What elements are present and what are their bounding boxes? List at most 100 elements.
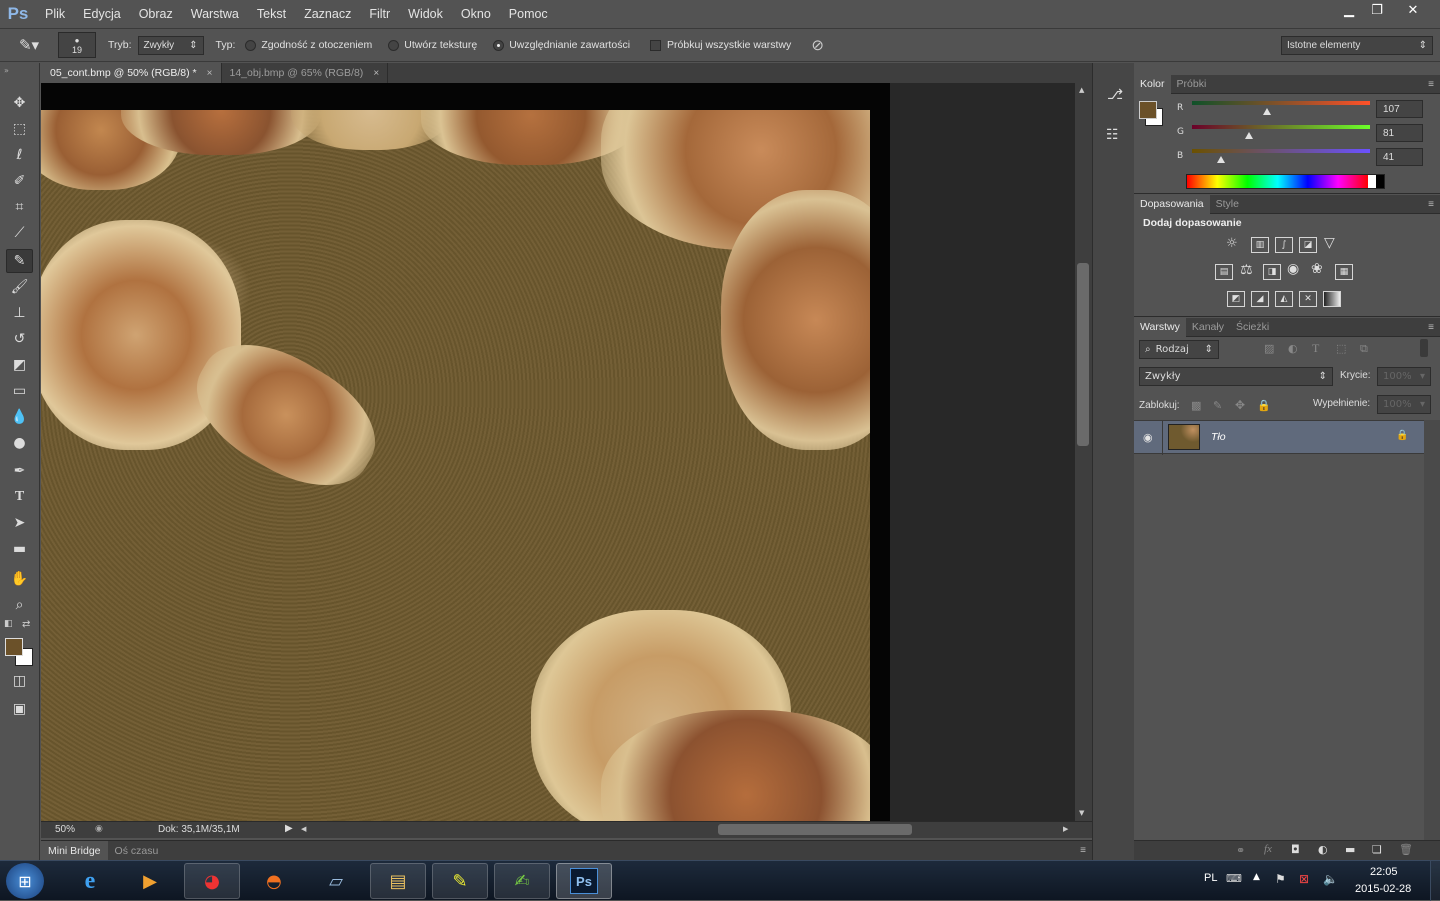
invert-icon[interactable]: ◩ — [1227, 291, 1245, 307]
menu-widok[interactable]: Widok — [399, 0, 452, 28]
notepad-icon[interactable]: ▱ — [308, 863, 364, 899]
tab-05-cont[interactable]: 05_cont.bmp @ 50% (RGB/8) * × — [42, 63, 222, 83]
trash-icon[interactable]: 🗑 — [1399, 843, 1413, 856]
status-info-icon[interactable]: ◉ — [95, 824, 103, 834]
scroll-up-icon[interactable]: ▲ — [1079, 86, 1084, 94]
editor-icon[interactable]: ✍ — [494, 863, 550, 899]
g-value[interactable]: 81 — [1376, 124, 1423, 142]
new-adjustment-icon[interactable]: ◐ — [1318, 843, 1328, 856]
photo-filter-icon[interactable]: ◉ — [1287, 261, 1299, 277]
marquee-tool-icon[interactable]: ⬚ — [6, 117, 33, 141]
filter-adjustment-icon[interactable]: ◐ — [1288, 342, 1298, 355]
volume-icon[interactable]: 🔈 — [1323, 872, 1338, 886]
fill-input[interactable]: 100% ▾ — [1377, 395, 1431, 414]
b-slider[interactable] — [1192, 149, 1370, 153]
tab-timeline[interactable]: Oś czasu — [108, 845, 166, 857]
lock-all-icon[interactable]: 🔒 — [1257, 399, 1271, 412]
menu-tekst[interactable]: Tekst — [248, 0, 295, 28]
type-tool-icon[interactable]: T — [6, 485, 33, 509]
vertical-scrollbar[interactable]: ▲ ▼ — [1075, 83, 1092, 821]
g-slider[interactable] — [1192, 125, 1370, 129]
selective-color-icon[interactable]: ✕ — [1299, 291, 1317, 307]
dodge-tool-icon[interactable]: ● — [6, 431, 33, 455]
menu-zaznacz[interactable]: Zaznacz — [295, 0, 360, 28]
hue-saturation-icon[interactable]: ▤ — [1215, 264, 1233, 280]
ie-icon[interactable]: e — [62, 863, 118, 899]
layer-name[interactable]: Tło — [1211, 431, 1226, 443]
brightness-icon[interactable]: ☼ — [1226, 236, 1238, 251]
collapse-icon[interactable]: » — [0, 63, 39, 78]
link-layers-icon[interactable]: ⚭ — [1236, 844, 1245, 857]
scroll-thumb[interactable] — [1077, 263, 1089, 446]
keyboard-icon[interactable]: ⌨ — [1226, 872, 1242, 885]
color-balance-icon[interactable]: ⚖ — [1240, 262, 1253, 278]
photoshop-taskbar-button[interactable]: Ps — [556, 863, 612, 899]
black-white-icon[interactable]: ◨ — [1263, 264, 1281, 280]
tray-arrow-icon[interactable]: ▲ — [1253, 872, 1260, 882]
brush-size-picker[interactable]: ● 19 — [58, 32, 96, 58]
new-group-icon[interactable]: ▬ — [1345, 843, 1355, 856]
clock-date[interactable]: 2015-02-28 — [1355, 883, 1411, 895]
gradient-tool-icon[interactable]: ▭ — [6, 379, 33, 403]
windows-start-icon[interactable]: ⊞ — [6, 863, 44, 899]
screen-mode-icon[interactable]: ▣ — [6, 697, 33, 721]
mode-select[interactable]: Zwykły ⇕ — [137, 35, 204, 55]
hscroll-thumb[interactable] — [718, 824, 912, 835]
filter-shape-icon[interactable]: ⬚ — [1336, 342, 1346, 355]
pressure-icon[interactable]: ⊘ — [811, 36, 824, 54]
panel-menu-icon[interactable]: ≡ — [1428, 79, 1434, 90]
healing-brush-preset-icon[interactable]: ✎▾ — [0, 36, 58, 54]
tab-styles[interactable]: Style — [1210, 195, 1245, 214]
blur-tool-icon[interactable]: 💧 — [6, 405, 33, 429]
filter-smart-object-icon[interactable]: ⧉ — [1360, 342, 1368, 356]
fg-color-swatch[interactable] — [1139, 101, 1157, 119]
tab-channels[interactable]: Kanały — [1186, 318, 1230, 337]
menu-obraz[interactable]: Obraz — [130, 0, 182, 28]
gradient-map-icon[interactable] — [1323, 291, 1341, 307]
history-panel-icon[interactable]: ⎇ — [1107, 87, 1123, 103]
filter-type-icon[interactable]: T — [1312, 341, 1319, 356]
menu-plik[interactable]: Plik — [36, 0, 74, 28]
scroll-down-icon[interactable]: ▼ — [1079, 809, 1084, 817]
color-spectrum-ramp[interactable] — [1186, 174, 1385, 189]
add-mask-icon[interactable]: ◘ — [1291, 843, 1300, 856]
panel-menu-icon[interactable]: ≡ — [1428, 199, 1434, 210]
history-brush-tool-icon[interactable]: ↺ — [6, 327, 33, 351]
rectangle-tool-icon[interactable]: ▬ — [6, 537, 33, 561]
menu-okno[interactable]: Okno — [452, 0, 500, 28]
close-icon[interactable]: × — [207, 68, 213, 79]
move-tool-icon[interactable]: ✥ — [6, 91, 33, 115]
clock-time[interactable]: 22:05 — [1370, 866, 1398, 878]
foreground-color-swatch[interactable] — [5, 638, 23, 656]
layer-kind-filter[interactable]: ⌕ Rodzaj ⇕ — [1139, 340, 1219, 359]
hand-tool-icon[interactable]: ✋ — [6, 567, 33, 591]
channel-mixer-icon[interactable]: ❀ — [1311, 261, 1323, 277]
flag-icon[interactable]: ⚑ — [1275, 872, 1286, 886]
network-icon[interactable]: ⊠ — [1299, 872, 1309, 886]
show-desktop-button[interactable] — [1430, 861, 1440, 901]
layers-scrollbar[interactable] — [1424, 420, 1440, 840]
properties-panel-icon[interactable]: ☷ — [1106, 127, 1119, 143]
close-icon[interactable]: × — [373, 68, 379, 79]
tab-color[interactable]: Kolor — [1134, 74, 1171, 94]
opacity-input[interactable]: 100% ▾ — [1377, 367, 1431, 386]
tab-14-obj[interactable]: 14_obj.bmp @ 65% (RGB/8) × — [222, 63, 389, 83]
lock-pixels-icon[interactable]: ✎ — [1213, 399, 1222, 412]
exposure-icon[interactable]: ◪ — [1299, 237, 1317, 253]
new-layer-icon[interactable]: ❏ — [1372, 843, 1382, 856]
vibrance-icon[interactable]: ▽ — [1324, 235, 1335, 251]
panel-menu-icon[interactable]: ≡ — [1428, 322, 1434, 333]
r-slider-thumb[interactable] — [1262, 108, 1271, 115]
default-colors-icon[interactable]: ◧ — [4, 619, 13, 629]
explorer-icon[interactable]: ▤ — [370, 863, 426, 899]
path-select-tool-icon[interactable]: ➤ — [6, 511, 33, 535]
scroll-left-icon[interactable]: ◀ — [301, 825, 306, 833]
blend-mode-select[interactable]: Zwykły ⇕ — [1139, 367, 1333, 386]
posterize-icon[interactable]: ◢ — [1251, 291, 1269, 307]
status-menu-arrow-icon[interactable]: ▶ — [285, 823, 293, 834]
tool-icon[interactable]: ✎ — [432, 863, 488, 899]
close-button[interactable]: ✕ — [1395, 0, 1431, 20]
menu-edycja[interactable]: Edycja — [74, 0, 130, 28]
lasso-tool-icon[interactable]: ℓ — [6, 143, 33, 167]
swap-colors-icon[interactable]: ⇄ — [22, 619, 30, 630]
